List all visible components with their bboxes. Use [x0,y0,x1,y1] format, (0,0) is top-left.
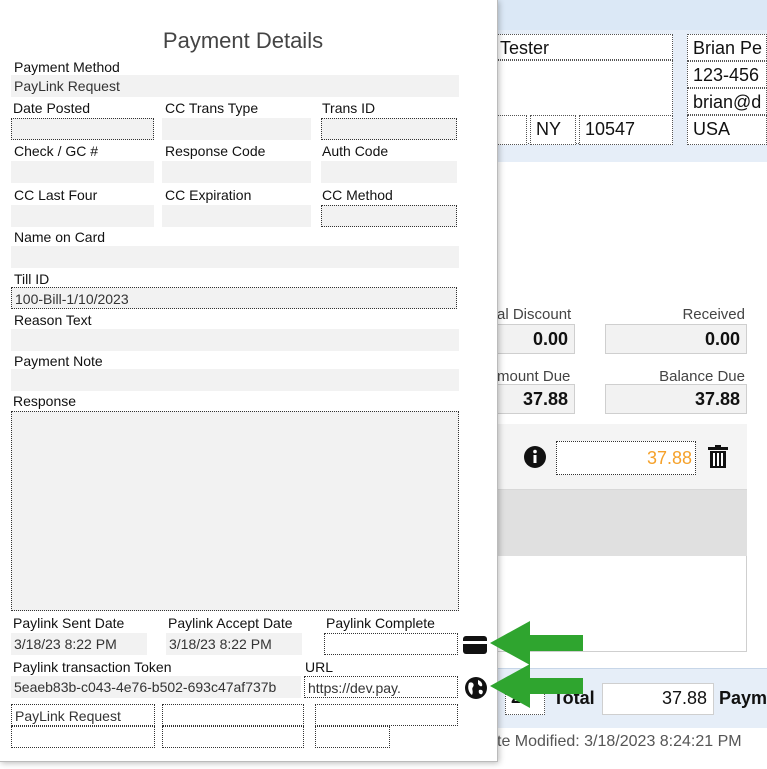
cc-method-label: CC Method [322,187,393,203]
date-posted-field[interactable] [11,118,154,140]
bottom-field-3[interactable] [315,704,458,726]
country-field[interactable]: USA [687,115,767,145]
discount-value: 0.00 [497,324,575,354]
cc-trans-type-field[interactable] [162,118,311,140]
response-code-field[interactable] [162,161,311,183]
bottom-field-1[interactable]: PayLink Request [11,704,155,726]
balance-due-label: Balance Due [659,368,745,385]
date-modified: te Modified: 3/18/2023 8:24:21 PM [497,733,742,750]
payment-row-empty [497,490,747,556]
payment-label: Paym [719,688,767,708]
response-textarea[interactable] [11,411,459,611]
trash-icon[interactable] [706,445,730,469]
received-value: 0.00 [605,324,747,354]
paylink-complete-field[interactable] [324,633,458,655]
received-label: Received [682,306,745,323]
totals-section: al Discount 0.00 Received 0.00 mount Due… [497,162,767,424]
cc-expiration-label: CC Expiration [165,187,252,203]
name-on-card-label: Name on Card [14,229,106,245]
green-arrow-icon [490,621,583,665]
payment-row[interactable]: 37.88 [497,424,747,490]
paylink-accept-date-field[interactable]: 3/18/23 8:22 PM [166,633,302,655]
cc-trans-type-label: CC Trans Type [165,100,259,116]
auth-code-field[interactable] [321,161,457,183]
bottom-field-4[interactable] [11,726,155,748]
payment-method-label: Payment Method [14,59,120,75]
url-label: URL [305,659,334,675]
auth-code-label: Auth Code [322,143,389,159]
amount-due-label: mount Due [497,368,571,385]
till-id-field[interactable]: 100-Bill-1/10/2023 [11,287,457,309]
till-id-label: Till ID [14,271,50,287]
zip-field[interactable]: 10547 [579,115,673,145]
payment-method-field[interactable]: PayLink Request [11,75,459,97]
check-gc-field[interactable] [11,161,154,183]
payment-note-label: Payment Note [14,353,103,369]
payment-note-field[interactable] [11,369,459,391]
response-code-label: Response Code [165,143,266,159]
paylink-sent-date-field[interactable]: 3/18/23 8:22 PM [11,633,147,655]
discount-label: al Discount [497,306,572,323]
background-header [497,0,767,30]
date-posted-label: Date Posted [13,100,91,116]
balance-due-value: 37.88 [605,384,747,414]
reason-text-label: Reason Text [14,312,92,328]
response-label: Response [13,393,77,409]
info-icon[interactable] [523,445,547,469]
name-on-card-field[interactable] [11,246,459,268]
payment-amount-field[interactable]: 37.88 [556,441,696,475]
city-field[interactable] [497,115,527,145]
paylink-token-field[interactable]: 5eaeb83b-c043-4e76-b502-693c47af737b [11,676,301,698]
paylink-accept-date-label: Paylink Accept Date [168,615,293,631]
phone-field[interactable]: 123-456 [687,61,767,88]
total-value: 37.88 [602,683,714,715]
trans-id-label: Trans ID [322,100,376,116]
address-section: Tester Brian Pe 123-456 brian@d NY 10547… [497,30,767,162]
paylink-complete-label: Paylink Complete [326,615,435,631]
paylink-token-label: Paylink transaction Token [13,659,172,675]
check-gc-label: Check / GC # [14,143,99,159]
amount-due-value: 37.88 [497,384,575,414]
reason-text-field[interactable] [11,329,459,351]
email-field[interactable]: brian@d [687,88,767,115]
bottom-field-6[interactable] [315,726,390,748]
cc-expiration-field[interactable] [162,205,311,227]
credit-card-icon[interactable] [463,633,487,657]
customer-name-field[interactable]: Tester [497,34,673,60]
green-arrow-icon [490,664,583,708]
url-field[interactable]: https://dev.pay. [304,676,458,698]
trans-id-field[interactable] [321,118,457,140]
globe-icon[interactable] [464,676,488,700]
popover-title: Payment Details [162,28,324,53]
bottom-field-2[interactable] [162,704,304,726]
paylink-sent-date-label: Paylink Sent Date [13,615,125,631]
bottom-field-5[interactable] [162,726,304,748]
cc-last-four-label: CC Last Four [14,187,98,203]
cc-last-four-field[interactable] [11,205,154,227]
payment-details-popover: Payment Details Payment Method PayLink R… [0,0,498,762]
contact-name-field[interactable]: Brian Pe [687,34,767,61]
state-field[interactable]: NY [530,115,576,145]
cc-method-field[interactable] [321,205,457,227]
